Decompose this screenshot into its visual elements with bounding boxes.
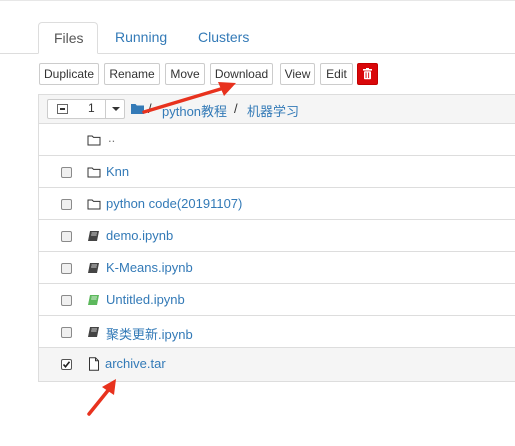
top-divider xyxy=(0,0,515,1)
row-checkbox[interactable] xyxy=(61,263,72,274)
row-checkbox-checked[interactable] xyxy=(61,359,72,370)
list-item[interactable]: K-Means.ipynb xyxy=(39,252,515,284)
folder-icon xyxy=(87,167,101,178)
selection-menu-toggle[interactable] xyxy=(105,99,125,119)
view-button[interactable]: View xyxy=(280,63,315,85)
folder-icon xyxy=(87,199,101,210)
file-list-header: 1 / python教程 / 机器学习 xyxy=(39,95,515,124)
folder-icon xyxy=(87,135,101,146)
file-name[interactable]: 聚类更新.ipynb xyxy=(106,324,193,343)
checkmark-icon xyxy=(62,361,71,369)
annotation-arrow-download xyxy=(142,82,236,114)
row-checkbox[interactable] xyxy=(61,295,72,306)
file-name[interactable]: Knn xyxy=(106,164,129,179)
selected-count: 1 xyxy=(88,101,95,115)
file-list-panel: 1 / python教程 / 机器学习 .. Knn xyxy=(38,94,515,382)
tab-clusters[interactable]: Clusters xyxy=(183,22,264,53)
file-name[interactable]: python code(20191107) xyxy=(106,196,242,211)
list-item[interactable]: demo.ipynb xyxy=(39,220,515,252)
caret-down-icon xyxy=(112,107,120,111)
file-name[interactable]: .. xyxy=(108,130,115,145)
file-name[interactable]: archive.tar xyxy=(105,356,166,371)
list-item[interactable]: 聚类更新.ipynb xyxy=(39,316,515,348)
edit-button[interactable]: Edit xyxy=(320,63,353,85)
notebook-icon xyxy=(88,263,99,273)
tab-running[interactable]: Running xyxy=(100,22,182,53)
list-item-parent-dir[interactable]: .. xyxy=(39,124,515,156)
list-item[interactable]: Untitled.ipynb xyxy=(39,284,515,316)
notebook-running-icon xyxy=(88,295,99,305)
row-checkbox[interactable] xyxy=(61,199,72,210)
duplicate-button[interactable]: Duplicate xyxy=(39,63,99,85)
trash-icon xyxy=(363,68,372,80)
file-name[interactable]: Untitled.ipynb xyxy=(106,292,185,307)
tab-files[interactable]: Files xyxy=(38,22,98,54)
row-checkbox[interactable] xyxy=(61,231,72,242)
file-name[interactable]: K-Means.ipynb xyxy=(106,260,193,275)
notebook-icon xyxy=(88,327,99,337)
selection-dropdown[interactable]: 1 xyxy=(47,99,125,119)
row-checkbox[interactable] xyxy=(61,167,72,178)
list-item[interactable]: python code(20191107) xyxy=(39,188,515,220)
list-item[interactable]: Knn xyxy=(39,156,515,188)
row-checkbox[interactable] xyxy=(61,327,72,338)
file-icon xyxy=(89,357,99,371)
file-name[interactable]: demo.ipynb xyxy=(106,228,173,243)
select-all-checkbox[interactable] xyxy=(57,104,68,114)
notebook-icon xyxy=(88,231,99,241)
annotation-arrow-archive xyxy=(87,379,116,416)
delete-button[interactable] xyxy=(357,63,378,85)
breadcrumb-item-machine-learning[interactable]: 机器学习 xyxy=(247,101,299,120)
tab-bar: Files Running Clusters xyxy=(0,22,515,54)
